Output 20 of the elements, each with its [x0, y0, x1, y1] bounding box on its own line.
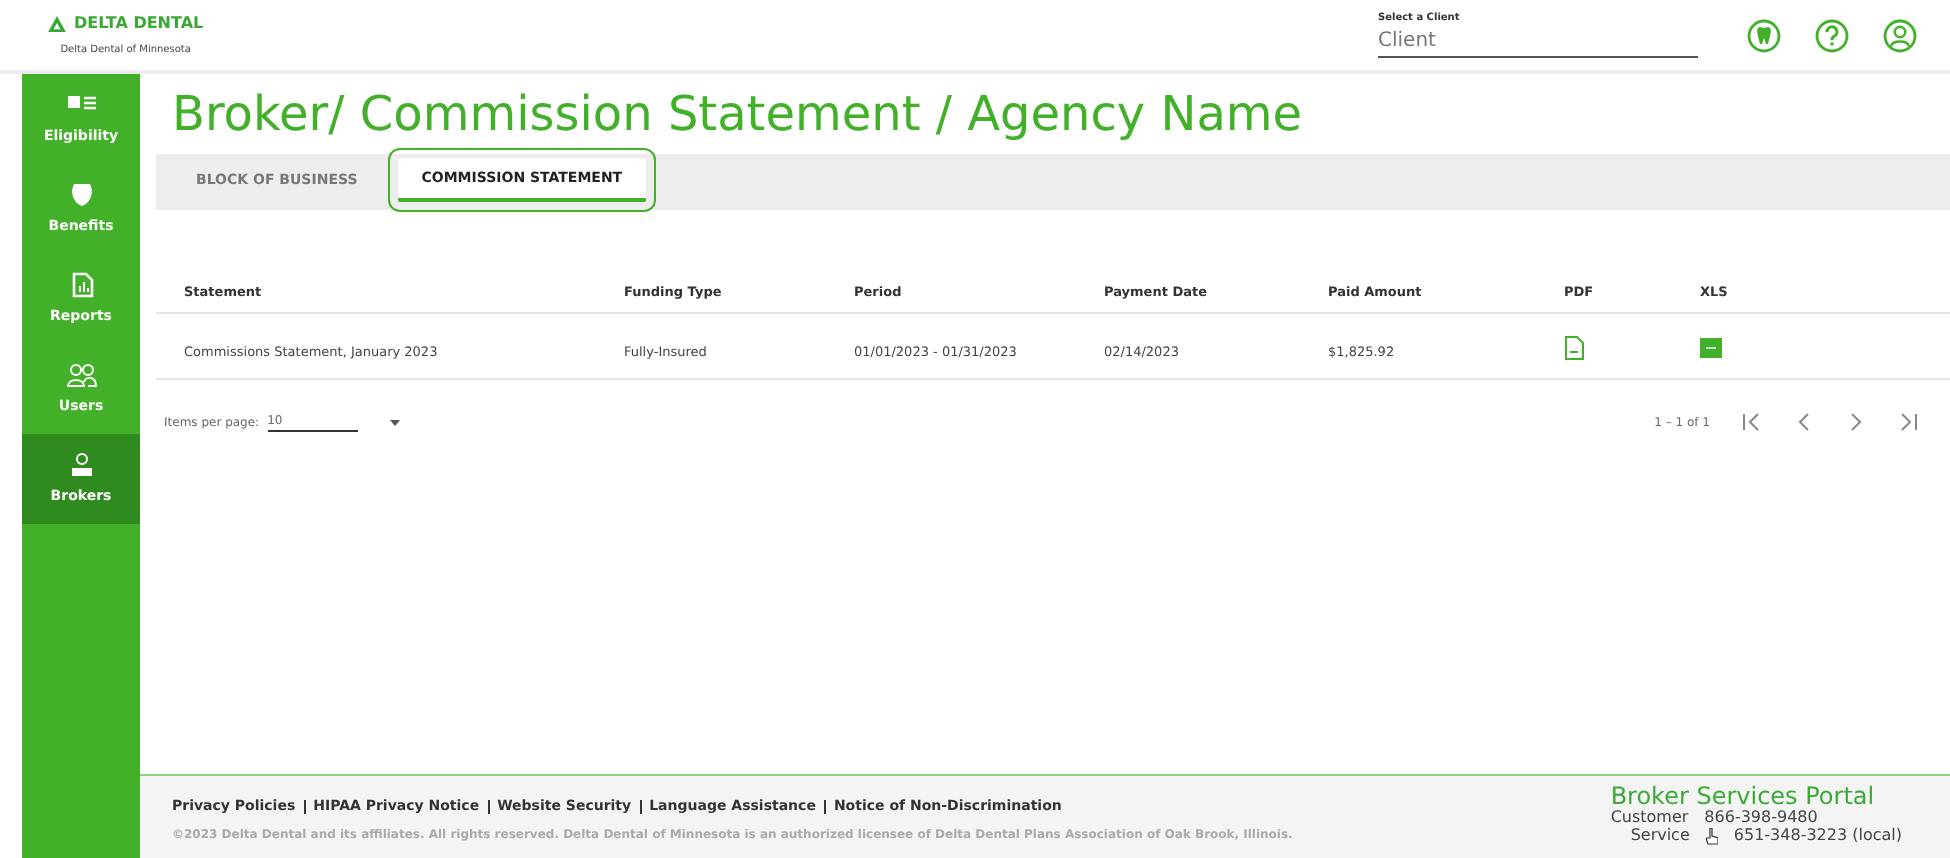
page-title: Broker/ Commission Statement / Agency Name: [172, 90, 1305, 138]
phone-number: 651-348-3223 (local): [1733, 827, 1902, 846]
users-icon: [65, 361, 97, 388]
previous-page-icon[interactable]: [1794, 412, 1814, 432]
phone-number: 866-398-9480: [1704, 810, 1818, 828]
client-field[interactable]: Client: [1378, 26, 1698, 59]
help-icon[interactable]: [1814, 17, 1850, 53]
last-page-icon[interactable]: [1898, 412, 1918, 432]
logo-icon: [48, 15, 66, 32]
pdf-file-icon[interactable]: [1564, 335, 1584, 360]
tooth-icon[interactable]: [1746, 17, 1782, 53]
user-icon[interactable]: [1882, 17, 1918, 53]
pointer-icon: [1705, 827, 1718, 846]
brand-name: DELTA DENTAL: [74, 11, 204, 36]
portal-title: Broker Services Portal: [1610, 784, 1877, 810]
contact-label: Service: [1630, 827, 1690, 846]
contact-label: Customer: [1610, 810, 1689, 827]
dropdown-caret-icon[interactable]: [389, 419, 400, 425]
first-page-icon[interactable]: [1742, 412, 1762, 432]
next-page-icon[interactable]: [1846, 412, 1866, 432]
